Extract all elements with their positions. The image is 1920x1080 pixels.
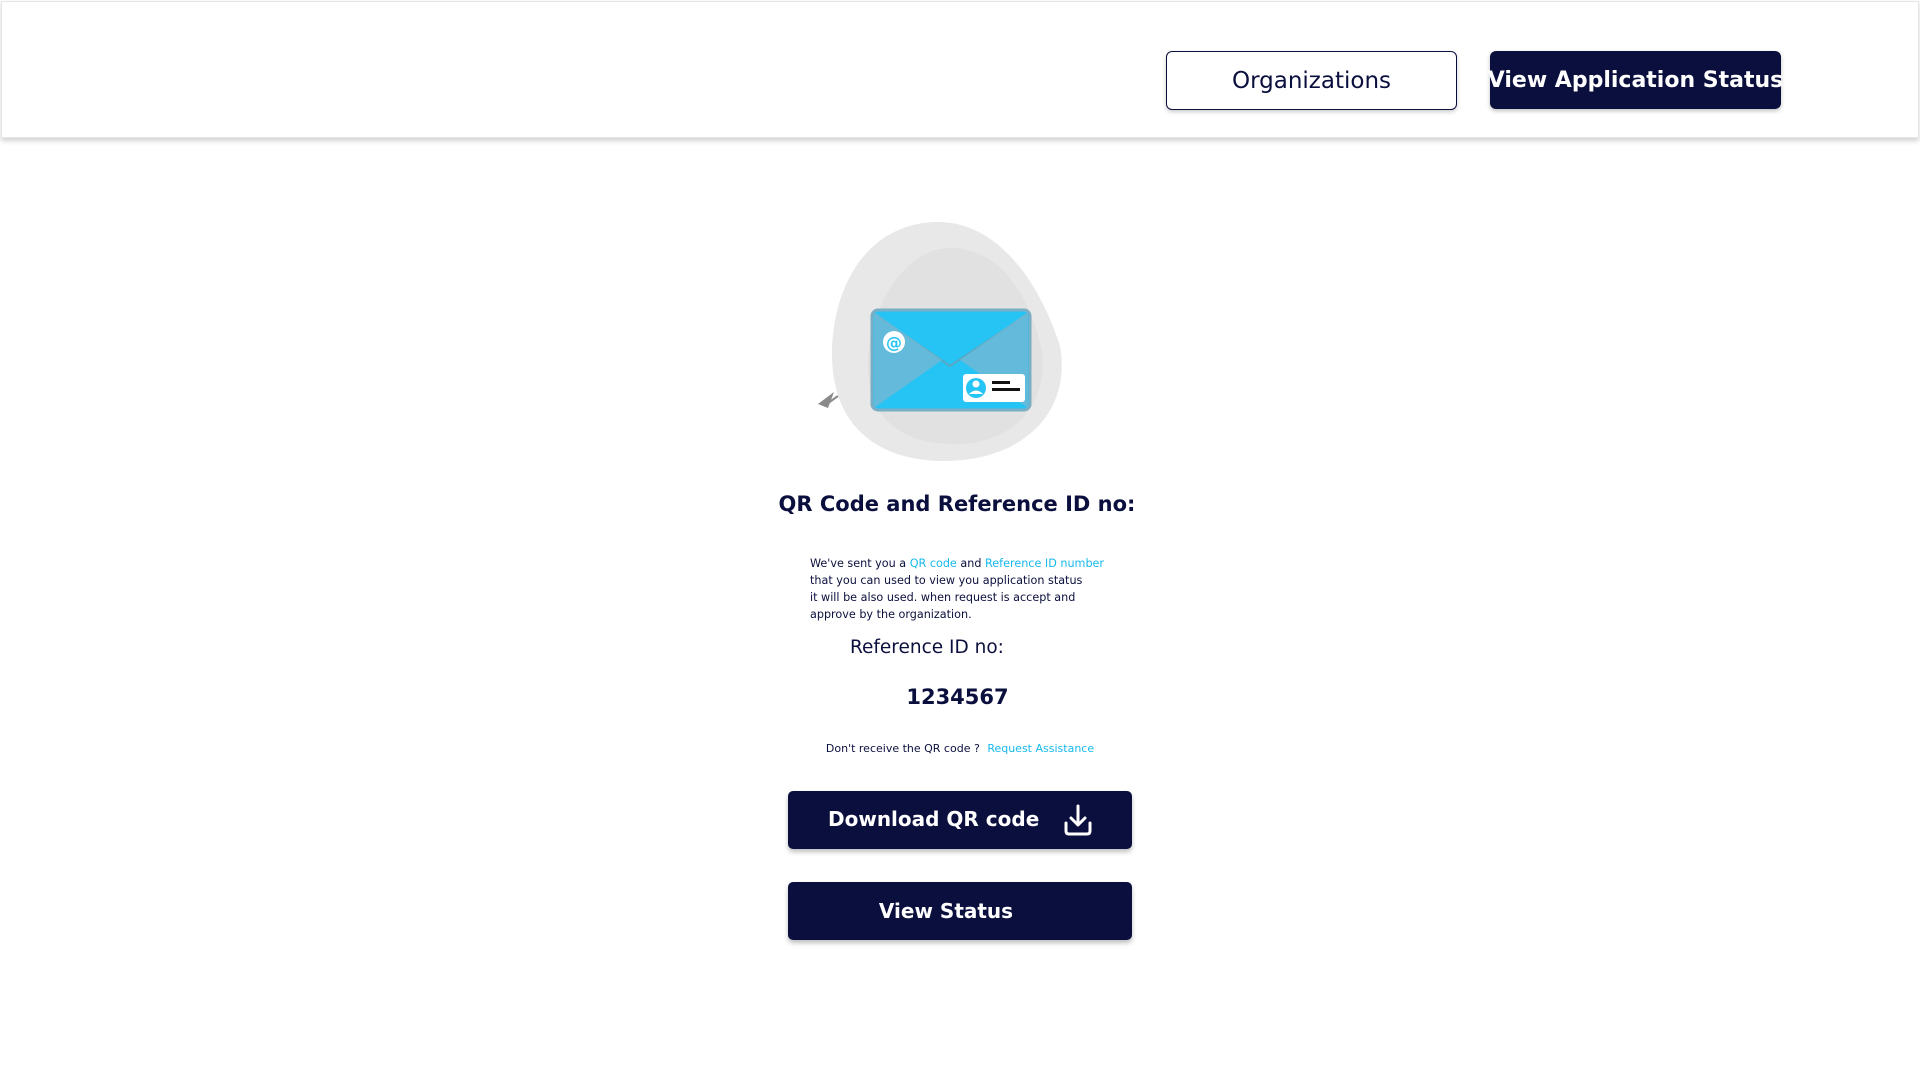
view-status-label: View Status xyxy=(878,899,1014,923)
reference-id-label: Reference ID no: xyxy=(850,637,1004,658)
organizations-button[interactable]: Organizations xyxy=(1166,51,1457,110)
svg-text:@: @ xyxy=(886,333,902,352)
view-application-status-label: View Application Status xyxy=(1487,67,1784,93)
email-id-card-icon: @ xyxy=(818,221,1062,462)
description-text: We've sent you a QR code and Reference I… xyxy=(810,555,1120,623)
description-line4: approve by the organization. xyxy=(810,608,972,621)
view-application-status-button[interactable]: View Application Status xyxy=(1487,51,1784,109)
download-qr-code-button[interactable]: Download QR code xyxy=(788,791,1132,849)
qr-code-link: QR code xyxy=(909,557,957,570)
assistance-text: Don't receive the QR code ? xyxy=(825,742,980,755)
description-part1: We've sent you a xyxy=(810,557,910,570)
request-assistance-link[interactable]: Request Assistance xyxy=(987,742,1094,755)
download-qr-code-label: Download QR code xyxy=(828,807,1040,831)
email-id-card-illustration: @ xyxy=(810,218,1070,468)
download-icon xyxy=(1062,803,1094,837)
view-status-button[interactable]: View Status xyxy=(788,882,1132,940)
assistance-row: Don't receive the QR code ? Request Assi… xyxy=(780,742,1140,755)
organizations-button-label: Organizations xyxy=(1231,67,1392,94)
reference-id-link: Reference ID number xyxy=(985,557,1105,570)
reference-id-value: 1234567 xyxy=(906,685,1009,709)
page-title: QR Code and Reference ID no: xyxy=(778,492,1136,516)
description-line2: that you can used to view you applicatio… xyxy=(810,574,1083,587)
description-part2: and xyxy=(956,557,985,570)
description-line3: it will be also used. when request is ac… xyxy=(810,591,1076,604)
